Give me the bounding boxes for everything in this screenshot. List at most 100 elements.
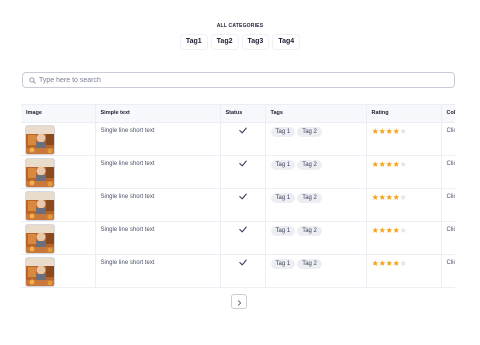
thumbnail-image[interactable] xyxy=(25,223,55,254)
star-filled-icon[interactable] xyxy=(392,127,400,135)
checkmark-icon xyxy=(238,160,247,169)
tags-cell: Tag 1 Tag 2 xyxy=(265,122,367,156)
table-row[interactable]: Single line short text Tag 1Tag 2 Clic xyxy=(21,254,456,288)
star-filled-icon[interactable] xyxy=(385,259,393,267)
table-header-row: Image Simple text Status Tags Rating Col xyxy=(21,105,455,123)
star-filled-icon[interactable] xyxy=(378,160,386,168)
star-filled-icon[interactable] xyxy=(385,226,393,234)
data-table: Image Simple text Status Tags Rating Col… xyxy=(21,104,455,290)
tag-pill[interactable]: Tag 2 xyxy=(297,225,322,236)
tag-pill[interactable]: Tag 2 xyxy=(297,258,322,269)
tag-pill[interactable]: Tag 1 xyxy=(270,192,296,203)
star-empty-icon[interactable] xyxy=(399,127,407,135)
image-cell xyxy=(21,254,96,288)
star-filled-icon[interactable] xyxy=(392,193,400,201)
column-header-simple-text[interactable]: Simple text xyxy=(95,105,221,123)
table-row[interactable]: Single line short text Tag 1Tag 2 Clic xyxy=(21,188,456,222)
simple-text-cell: Single line short text xyxy=(95,254,221,288)
col-text[interactable]: Clic xyxy=(447,260,456,266)
table-row[interactable]: Single line short text Tag 1Tag 2 Clic xyxy=(21,221,456,255)
checkmark-icon xyxy=(238,193,247,202)
table-row[interactable]: Single line short text Tag 1Tag 2 Clic xyxy=(21,155,456,189)
table-row[interactable]: Single line short text Tag 1Tag 2 Clic xyxy=(21,122,456,156)
thumbnail-image[interactable] xyxy=(25,190,55,221)
status-cell xyxy=(220,188,266,222)
next-page-button[interactable] xyxy=(231,294,247,309)
col-text[interactable]: Clic xyxy=(447,227,456,233)
star-filled-icon[interactable] xyxy=(385,160,393,168)
star-filled-icon[interactable] xyxy=(392,160,400,168)
search-input[interactable] xyxy=(39,76,439,84)
simple-text-cell: Single line short text xyxy=(95,221,221,255)
column-header-col[interactable]: Col xyxy=(441,105,455,123)
star-filled-icon[interactable] xyxy=(371,259,379,267)
thumbnail-image[interactable] xyxy=(25,124,55,155)
col-text[interactable]: Clic xyxy=(447,161,456,167)
tag-3-button[interactable]: Tag3 xyxy=(241,34,270,50)
star-filled-icon[interactable] xyxy=(378,226,386,234)
star-filled-icon[interactable] xyxy=(385,127,393,135)
categories-title: ALL CATEGORIES xyxy=(216,23,264,29)
tag-pill[interactable]: Tag 1 xyxy=(270,258,296,269)
star-rating[interactable] xyxy=(371,259,407,267)
star-rating[interactable] xyxy=(371,193,407,201)
col-cell: Clic xyxy=(441,221,456,255)
column-header-image[interactable]: Image xyxy=(21,105,96,123)
tag-pill[interactable]: Tag 1 xyxy=(270,126,296,137)
status-cell xyxy=(220,254,266,288)
image-cell xyxy=(21,155,96,189)
rating-cell xyxy=(366,188,442,222)
image-cell xyxy=(21,188,96,222)
rating-cell xyxy=(366,254,442,288)
star-filled-icon[interactable] xyxy=(392,226,400,234)
column-header-tags[interactable]: Tags xyxy=(265,105,367,123)
simple-text: Single line short text xyxy=(100,127,155,134)
simple-text: Single line short text xyxy=(100,259,155,266)
tag-pill[interactable]: Tag 2 xyxy=(297,159,322,170)
star-empty-icon[interactable] xyxy=(399,193,407,201)
thumbnail-image[interactable] xyxy=(25,256,55,287)
thumbnail-image[interactable] xyxy=(25,157,55,188)
tag-1-button[interactable]: Tag1 xyxy=(179,34,208,50)
star-filled-icon[interactable] xyxy=(392,259,400,267)
simple-text: Single line short text xyxy=(100,160,155,167)
status-cell xyxy=(220,155,266,189)
tag-pill[interactable]: Tag 2 xyxy=(297,126,322,137)
star-rating[interactable] xyxy=(371,127,407,135)
tag-4-button[interactable]: Tag4 xyxy=(272,34,301,50)
star-empty-icon[interactable] xyxy=(399,226,407,234)
rating-cell xyxy=(366,221,442,255)
star-filled-icon[interactable] xyxy=(378,259,386,267)
tag-pill[interactable]: Tag 2 xyxy=(297,192,322,203)
star-filled-icon[interactable] xyxy=(371,226,379,234)
star-filled-icon[interactable] xyxy=(385,193,393,201)
simple-text: Single line short text xyxy=(100,226,155,233)
status-cell xyxy=(220,221,266,255)
col-cell: Clic xyxy=(441,155,456,189)
col-text[interactable]: Clic xyxy=(447,128,456,134)
search-bar[interactable] xyxy=(22,72,455,88)
star-filled-icon[interactable] xyxy=(378,193,386,201)
chevron-right-icon xyxy=(237,293,242,311)
column-header-rating[interactable]: Rating xyxy=(366,105,442,123)
image-cell xyxy=(21,221,96,255)
star-filled-icon[interactable] xyxy=(378,127,386,135)
star-filled-icon[interactable] xyxy=(371,193,379,201)
category-tags: Tag1 Tag2 Tag3 Tag4 xyxy=(0,34,480,50)
tag-2-button[interactable]: Tag2 xyxy=(210,34,239,50)
search-icon xyxy=(29,71,36,89)
status-cell xyxy=(220,122,266,156)
checkmark-icon xyxy=(238,226,247,235)
star-filled-icon[interactable] xyxy=(371,160,379,168)
tag-pill[interactable]: Tag 1 xyxy=(270,225,296,236)
tag-pill[interactable]: Tag 1 xyxy=(270,159,296,170)
col-text[interactable]: Clic xyxy=(447,194,456,200)
column-header-status[interactable]: Status xyxy=(220,105,266,123)
star-rating[interactable] xyxy=(371,226,407,234)
star-empty-icon[interactable] xyxy=(399,259,407,267)
star-empty-icon[interactable] xyxy=(399,160,407,168)
tags-cell: Tag 1 Tag 2 xyxy=(265,221,367,255)
rating-cell xyxy=(366,155,442,189)
star-filled-icon[interactable] xyxy=(371,127,379,135)
star-rating[interactable] xyxy=(371,160,407,168)
